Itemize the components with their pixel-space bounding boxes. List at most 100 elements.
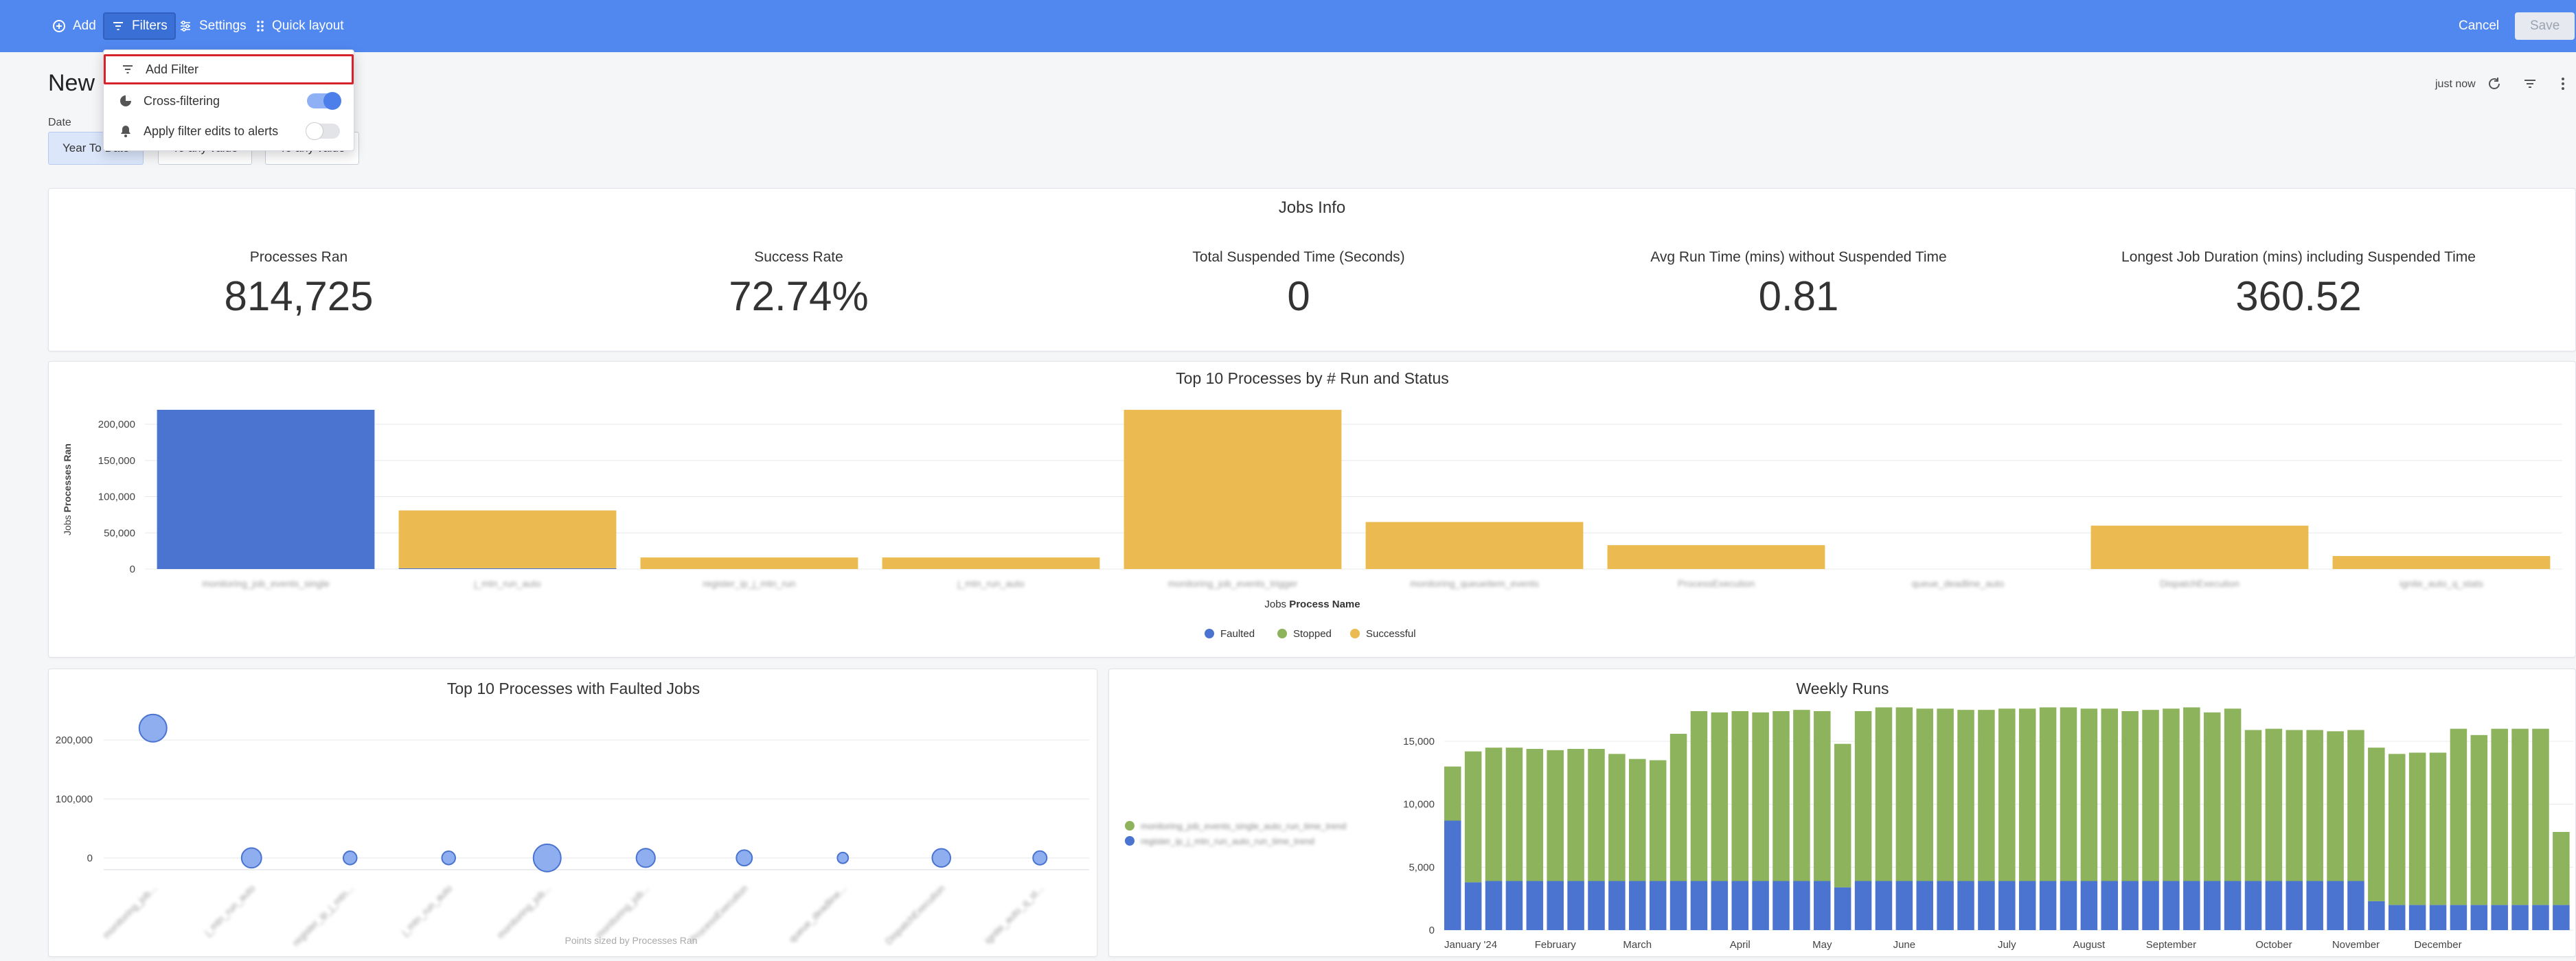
settings-sliders-icon <box>181 21 190 32</box>
bubble-point <box>736 849 753 867</box>
filters-button[interactable]: Filters <box>103 12 176 40</box>
x-tick-label: j_mtn_run_auto <box>399 883 455 938</box>
bar-faulted <box>1669 881 1687 930</box>
legend-marker <box>1277 629 1287 638</box>
drag-handle-icon <box>257 21 264 32</box>
bar-stopped <box>1567 749 1584 881</box>
add-icon <box>53 20 65 32</box>
x-tick-label: April <box>1730 939 1751 951</box>
x-tick-label: queue_deadline... <box>786 883 848 945</box>
bar-faulted <box>1526 881 1544 930</box>
more-options-icon[interactable] <box>2557 76 2568 92</box>
apply-to-alerts-menu-item[interactable]: Apply filter edits to alerts <box>104 116 354 146</box>
bar-faulted <box>1998 881 2016 930</box>
bar-stopped <box>2163 708 2180 881</box>
filter-icon <box>123 65 133 73</box>
bar-stopped <box>2408 752 2426 905</box>
y-tick-label: 200,000 <box>98 419 135 430</box>
bar-successful <box>2332 556 2551 569</box>
y-tick-label: 0 <box>130 564 135 575</box>
bar-stopped <box>1731 711 1748 881</box>
bar-faulted <box>1814 881 1831 930</box>
bar-faulted <box>1773 881 1790 930</box>
faulted-jobs-chart-card: Top 10 Processes with Faulted Jobs 0 100,0… <box>48 669 1097 957</box>
x-tick-label: ignite_auto_q_stats <box>2400 578 2483 589</box>
bar-stopped <box>2470 734 2488 905</box>
kpi-label: Processes Ran <box>249 249 348 265</box>
y-tick-label: 10,000 <box>1403 799 1435 811</box>
bar-stopped <box>1814 711 1831 881</box>
bar-successful <box>2090 525 2309 569</box>
legend-marker <box>1125 821 1135 831</box>
bar-successful <box>1365 522 1584 569</box>
y-tick-label: 200,000 <box>56 734 93 746</box>
bar-successful <box>1607 545 1825 569</box>
bar-faulted <box>157 410 375 569</box>
x-tick-label: register_ip_j_mtn... <box>290 883 356 949</box>
cancel-button[interactable]: Cancel <box>2452 12 2506 40</box>
add-filter-label: Add Filter <box>146 62 199 76</box>
kpi-value: 0.81 <box>1758 273 1839 319</box>
add-button[interactable]: Add <box>45 12 103 40</box>
chart-title: Weekly Runs <box>1796 680 1889 697</box>
bubble-point <box>532 843 562 872</box>
x-tick-label: November <box>2332 939 2380 951</box>
kpi-value: 72.74% <box>729 273 869 319</box>
bubble-point <box>635 848 656 868</box>
bubble-point <box>138 713 168 743</box>
kpi-value: 0 <box>1287 273 1310 319</box>
x-tick-label: j_mtn_run_auto <box>957 578 1025 589</box>
y-tick-label: 0 <box>1429 925 1435 936</box>
add-filter-menu-item[interactable]: Add Filter <box>104 54 354 84</box>
bar-stopped <box>1711 712 1729 881</box>
x-tick-label: February <box>1535 939 1577 951</box>
refresh-icon[interactable] <box>2486 76 2503 92</box>
x-tick-label: j_mtn_run_auto <box>202 883 258 938</box>
x-tick-label: monitoring_job... <box>593 883 652 941</box>
date-filter-label: Date <box>48 117 71 128</box>
bar-faulted <box>398 568 617 569</box>
filters-button-label: Filters <box>132 19 168 33</box>
bubble-point <box>1032 850 1048 866</box>
cross-filtering-menu-item[interactable]: Cross-filtering <box>104 86 354 116</box>
bar-faulted <box>2018 881 2036 930</box>
kpi-success-rate: Success Rate 72.74% <box>549 249 1049 320</box>
bubble-point <box>836 851 850 864</box>
save-button[interactable]: Save <box>2515 12 2575 40</box>
bar-faulted <box>2511 905 2529 930</box>
bar-faulted <box>2163 881 2180 930</box>
y-tick-label: 50,000 <box>104 527 135 539</box>
x-tick-label: August <box>2073 939 2106 951</box>
chart-footnote: Points sized by Processes Ran <box>565 935 698 946</box>
cross-filter-pie-icon <box>120 95 131 106</box>
bar-stopped <box>1669 734 1687 881</box>
bar-faulted <box>1937 881 1954 930</box>
bar-faulted <box>1875 881 1893 930</box>
y-tick-label: 5,000 <box>1409 861 1435 873</box>
x-tick-label: July <box>1998 939 2016 951</box>
bar-faulted <box>2532 905 2549 930</box>
bar-faulted <box>1464 882 1482 930</box>
chart-title: Top 10 Processes by # Run and Status <box>1176 369 1449 387</box>
bar-faulted <box>1957 881 1974 930</box>
legend-marker <box>1205 629 1214 638</box>
bar-faulted <box>2060 881 2077 930</box>
bubble-point <box>240 847 262 869</box>
apply-to-alerts-toggle[interactable] <box>306 122 340 140</box>
bar-faulted <box>1752 881 1769 930</box>
bar-faulted <box>1793 881 1810 930</box>
bar-stopped <box>2224 708 2242 881</box>
quick-layout-button[interactable]: Quick layout <box>249 12 351 40</box>
bar-faulted <box>1588 881 1605 930</box>
settings-button[interactable]: Settings <box>172 12 253 40</box>
legend-label: register_ip_j_mtn_run_auto_run_time_tren… <box>1141 836 1314 846</box>
y-tick-label: 0 <box>87 853 93 864</box>
top-processes-bar-chart: Top 10 Processes by # Run and Status 0 50,… <box>62 369 2562 640</box>
bar-faulted <box>1711 881 1729 930</box>
filter-icon[interactable] <box>2522 76 2538 92</box>
bar-faulted <box>2327 881 2344 930</box>
x-tick-label: December <box>2414 939 2461 951</box>
cross-filtering-toggle[interactable] <box>307 92 341 110</box>
y-tick-label: 15,000 <box>1403 736 1435 748</box>
bar-faulted <box>2039 881 2057 930</box>
